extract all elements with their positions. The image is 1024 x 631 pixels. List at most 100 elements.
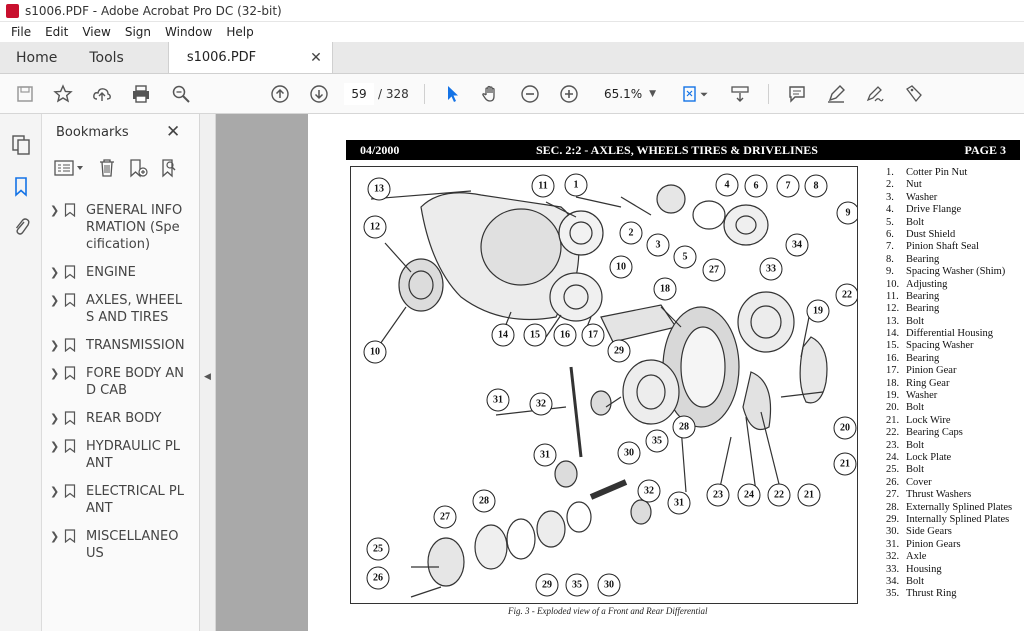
next-page-icon[interactable]: [307, 82, 331, 106]
title-bar: s1006.PDF - Adobe Acrobat Pro DC (32-bit…: [0, 0, 1024, 22]
part-list-item: 13. Bolt: [886, 316, 1012, 328]
part-list-item: 15. Spacing Washer: [886, 340, 1012, 352]
cloud-upload-icon[interactable]: [90, 82, 114, 106]
chevron-right-icon[interactable]: ❯: [50, 365, 64, 380]
signature-icon[interactable]: [863, 82, 887, 106]
bookmark-item[interactable]: ❯ ELECTRICAL PLANT: [50, 483, 198, 517]
pages-icon[interactable]: [11, 134, 31, 156]
svg-text:35: 35: [652, 436, 662, 447]
part-number: 6.: [886, 228, 894, 240]
svg-text:32: 32: [536, 399, 546, 410]
svg-text:20: 20: [840, 423, 850, 434]
part-list-item: 30. Side Gears: [886, 526, 1012, 538]
svg-text:23: 23: [713, 490, 723, 501]
bookmark-icon[interactable]: [11, 176, 31, 198]
svg-text:31: 31: [540, 450, 550, 461]
part-number: 4.: [886, 204, 894, 216]
bookmark-item[interactable]: ❯ GENERAL INFORMATION (Specification): [50, 202, 198, 253]
part-number: 35.: [886, 588, 900, 600]
chevron-right-icon[interactable]: ❯: [50, 337, 64, 352]
bookmark-item[interactable]: ❯ ENGINE: [50, 264, 198, 281]
part-name: Spacing Washer: [906, 340, 974, 352]
panel-splitter[interactable]: ◀: [200, 114, 216, 631]
chevron-right-icon[interactable]: ❯: [50, 202, 64, 217]
stamp-icon[interactable]: [902, 82, 926, 106]
part-callout: 22: [767, 483, 791, 507]
part-list-item: 1. Cotter Pin Nut: [886, 167, 1012, 179]
part-list-item: 8. Bearing: [886, 254, 1012, 266]
part-callout: 25: [366, 537, 390, 561]
menu-view[interactable]: View: [75, 25, 117, 39]
bookmark-item[interactable]: ❯ MISCELLANEOUS: [50, 528, 198, 562]
svg-text:13: 13: [374, 184, 384, 195]
delete-bookmark-icon[interactable]: [98, 158, 116, 178]
bookmark-list: ❯ GENERAL INFORMATION (Specification) ❯ EN…: [50, 202, 198, 573]
close-icon[interactable]: ✕: [166, 122, 180, 142]
add-bookmark-icon[interactable]: [128, 158, 148, 178]
part-callout: 24: [737, 483, 761, 507]
toolbar: 59 / 328 65.1% ▼: [0, 74, 1024, 114]
find-bookmark-icon[interactable]: [160, 158, 180, 178]
bookmark-options-icon[interactable]: [54, 159, 86, 177]
part-list-item: 35. Thrust Ring: [886, 588, 1012, 600]
bookmark-item[interactable]: ❯ FORE BODY AND CAB: [50, 365, 198, 399]
zoom-search-icon[interactable]: [169, 82, 193, 106]
bookmark-item[interactable]: ❯ REAR BODY: [50, 410, 198, 427]
chevron-right-icon[interactable]: ❯: [50, 438, 64, 453]
part-name: Ring Gear: [906, 377, 950, 389]
menu-sign[interactable]: Sign: [118, 25, 158, 39]
zoom-in-icon[interactable]: [557, 82, 581, 106]
page-number-input[interactable]: 59: [344, 83, 374, 105]
zoom-level-select[interactable]: 65.1% ▼: [596, 83, 660, 105]
tab-tools[interactable]: Tools: [73, 42, 140, 73]
svg-text:1: 1: [574, 180, 579, 191]
select-cursor-icon[interactable]: [440, 82, 464, 106]
part-callout: 21: [797, 483, 821, 507]
part-name: Lock Wire: [906, 414, 951, 426]
bookmark-item[interactable]: ❯ AXLES, WHEELS AND TIRES: [50, 292, 198, 326]
part-callout: 34: [785, 233, 809, 257]
acrobat-icon: [6, 3, 19, 18]
chevron-right-icon[interactable]: ❯: [50, 528, 64, 543]
attachment-icon[interactable]: [11, 216, 31, 238]
tab-document[interactable]: s1006.PDF ✕: [167, 42, 333, 73]
bookmark-item[interactable]: ❯ HYDRAULIC PLANT: [50, 438, 198, 472]
part-list-item: 18. Ring Gear: [886, 378, 1012, 390]
document-viewer[interactable]: 04/2000 SEC. 2:2 - AXLES, WHEELS TIRES &…: [216, 114, 1024, 631]
zoom-level-value: 65.1%: [604, 87, 643, 101]
hand-tool-icon[interactable]: [478, 82, 502, 106]
zoom-out-icon[interactable]: [518, 82, 542, 106]
tab-home[interactable]: Home: [0, 42, 73, 73]
comment-icon[interactable]: [785, 82, 809, 106]
collapse-panel-icon[interactable]: ◀: [204, 372, 211, 382]
menu-edit[interactable]: Edit: [38, 25, 75, 39]
part-callout: 31: [667, 491, 691, 515]
chevron-right-icon[interactable]: ❯: [50, 483, 64, 498]
highlight-pen-icon[interactable]: [824, 82, 848, 106]
chevron-right-icon[interactable]: ❯: [50, 264, 64, 279]
part-callout: 29: [535, 573, 559, 597]
menu-file[interactable]: File: [4, 25, 38, 39]
part-callout: 19: [806, 299, 830, 323]
save-icon[interactable]: [13, 82, 37, 106]
bookmark-icon: [64, 411, 76, 425]
chevron-right-icon[interactable]: ❯: [50, 292, 64, 307]
part-number: 26.: [886, 476, 900, 488]
bookmark-item[interactable]: ❯ TRANSMISSION: [50, 337, 198, 354]
tab-bar: Home Tools s1006.PDF ✕: [0, 42, 1024, 74]
part-callout: 26: [366, 566, 390, 590]
close-icon[interactable]: ✕: [310, 50, 322, 66]
fit-dropdown-icon[interactable]: [698, 82, 710, 106]
header-page: PAGE 3: [964, 143, 1006, 157]
previous-page-icon[interactable]: [268, 82, 292, 106]
part-callout: 13: [367, 177, 391, 201]
star-icon[interactable]: [51, 82, 75, 106]
part-name: Bolt: [906, 439, 925, 451]
menu-help[interactable]: Help: [219, 25, 260, 39]
page-total: / 328: [378, 87, 409, 101]
part-name: Bearing: [906, 352, 940, 364]
print-icon[interactable]: [129, 82, 153, 106]
menu-window[interactable]: Window: [158, 25, 219, 39]
scroll-mode-icon[interactable]: [728, 82, 752, 106]
chevron-right-icon[interactable]: ❯: [50, 410, 64, 425]
